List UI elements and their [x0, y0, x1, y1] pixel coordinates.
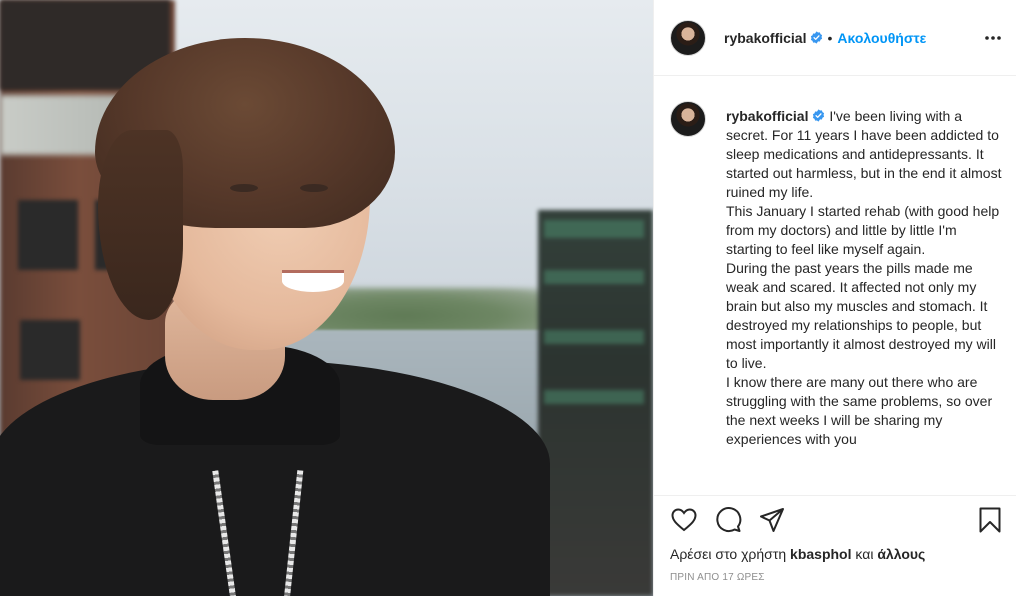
- follow-button[interactable]: Ακολουθήστε: [837, 30, 926, 46]
- paper-plane-icon[interactable]: [758, 506, 786, 534]
- likes-middle: και: [851, 546, 878, 562]
- likes-user-link[interactable]: kbasphol: [790, 546, 851, 562]
- comment-bubble-icon[interactable]: [714, 506, 742, 534]
- likes-others-link[interactable]: άλλους: [877, 546, 925, 562]
- photo-eye: [300, 184, 328, 192]
- post-timestamp[interactable]: ΠΡΙΝ ΑΠΟ 17 ΩΡΕΣ: [670, 572, 765, 583]
- likes-summary: Αρέσει στο χρήστη kbasphol και άλλους: [670, 546, 925, 562]
- photo-building-right: [538, 210, 653, 596]
- more-options-icon[interactable]: [981, 26, 1005, 50]
- caption-author-avatar[interactable]: [670, 101, 706, 137]
- caption-body: I've been living with a secret. For 11 y…: [726, 108, 1002, 447]
- post-header: rybakofficial • Ακολουθήστε: [654, 0, 1016, 76]
- caption-username[interactable]: rybakofficial: [726, 108, 808, 124]
- photo-window: [18, 200, 78, 270]
- author-avatar[interactable]: [670, 19, 706, 56]
- bookmark-icon[interactable]: [976, 506, 1004, 534]
- author-username[interactable]: rybakofficial: [724, 30, 806, 46]
- caption-text: rybakofficial I've been living with a se…: [726, 107, 1006, 449]
- heart-icon[interactable]: [670, 506, 698, 534]
- verified-badge-icon: [811, 31, 823, 44]
- photo-window: [20, 320, 80, 380]
- likes-prefix: Αρέσει στο χρήστη: [670, 546, 791, 562]
- photo-smile: [282, 270, 344, 292]
- photo-eye: [230, 184, 258, 192]
- post-photo[interactable]: [0, 0, 653, 596]
- header-separator: •: [827, 29, 833, 46]
- caption-scroll-area[interactable]: rybakofficial I've been living with a se…: [654, 77, 1016, 494]
- post-actions: Αρέσει στο χρήστη kbasphol και άλλους ΠΡ…: [654, 495, 1016, 596]
- post-side-panel: rybakofficial • Ακολουθήστε rybakofficia…: [653, 0, 1016, 596]
- verified-badge-icon: [813, 109, 825, 122]
